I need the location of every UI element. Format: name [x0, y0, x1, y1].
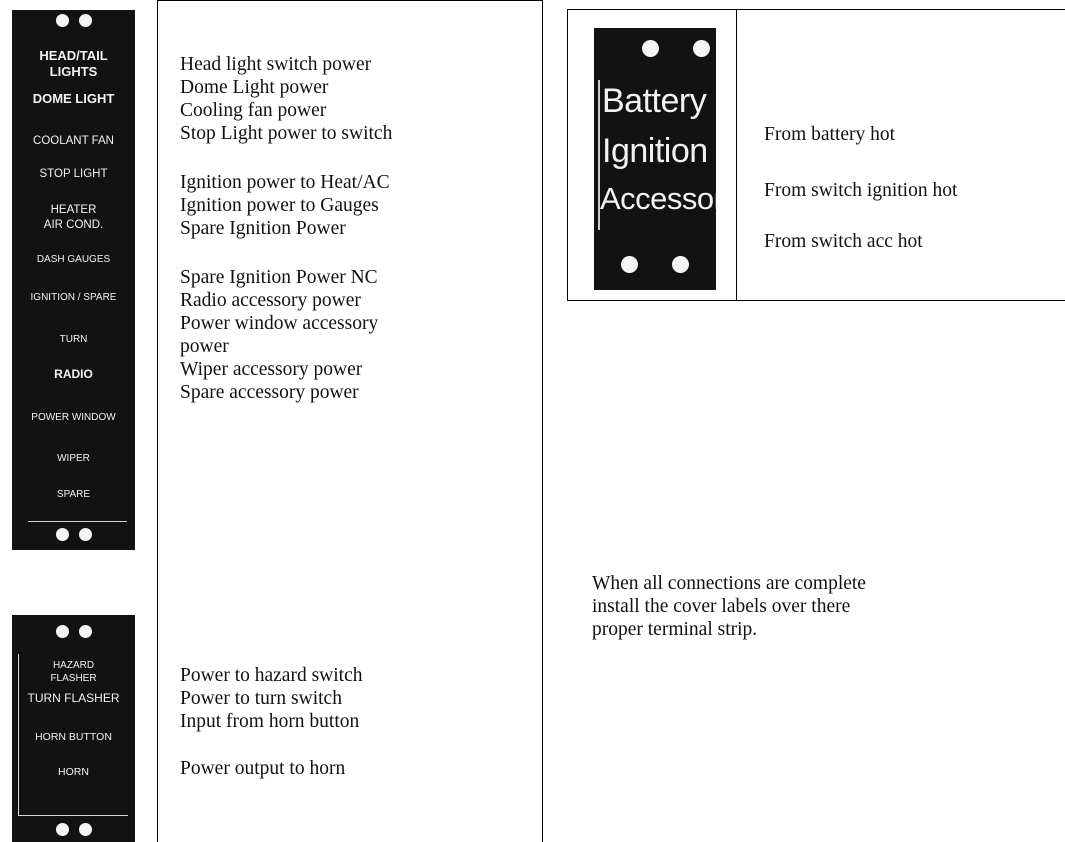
strip-label-accessory: Accessory: [600, 181, 716, 216]
mounting-hole-icon: [78, 14, 92, 27]
strip-label-heater: HEATER: [50, 204, 97, 216]
description-line: Spare accessory power: [180, 382, 359, 403]
mounting-holes-top: [594, 40, 716, 60]
main-terminal-strip-label: HEAD/TAIL LIGHTS DOME LIGHT COOLANT FAN …: [12, 10, 135, 550]
strip-label-power-window: POWER WINDOW: [31, 412, 116, 423]
mounting-hole-icon: [672, 256, 689, 273]
strip-label-wiper: WIPER: [57, 453, 90, 464]
battery-terminal-strip-label: Battery Ignition Accessory: [594, 28, 716, 290]
mounting-hole-icon: [55, 14, 69, 27]
battery-table: Battery Ignition Accessory From battery …: [567, 9, 1065, 301]
strip-label-horn-button: HORN BUTTON: [35, 731, 112, 743]
description-line: Head light switch power: [180, 54, 372, 75]
description-line: Dome Light power: [180, 77, 329, 98]
description-line: Stop Light power to switch: [180, 123, 393, 144]
mounting-hole-icon: [78, 625, 92, 638]
strip-label-turn: TURN: [59, 334, 88, 345]
description-line: Power to hazard switch: [180, 665, 363, 686]
description-line: Spare Ignition Power NC: [180, 267, 378, 288]
mounting-holes-bottom: [594, 256, 716, 276]
description-line: Wiper accessory power: [180, 359, 363, 380]
mounting-hole-icon: [693, 40, 710, 57]
mounting-hole-icon: [78, 528, 92, 541]
mounting-hole-icon: [55, 528, 69, 541]
strip-label-dome-light: DOME LIGHT: [32, 91, 115, 106]
strip-label-ignition-spare: IGNITION / SPARE: [30, 292, 117, 303]
battery-description-line: From switch acc hot: [764, 231, 923, 252]
description-panel: Head light switch power Dome Light power…: [157, 0, 543, 842]
description-line: Power to turn switch: [180, 688, 342, 709]
mounting-hole-icon: [642, 40, 659, 57]
battery-description-line: From battery hot: [764, 124, 896, 145]
description-line: Cooling fan power: [180, 100, 327, 121]
strip-label-radio: RADIO: [54, 367, 93, 381]
strip-divider: [18, 815, 128, 816]
strip-label-flasher: FLASHER: [50, 673, 97, 684]
installation-note: When all connections are complete instal…: [592, 573, 866, 640]
strip-label-ignition: Ignition: [602, 132, 708, 170]
description-line: Input from horn button: [180, 711, 360, 732]
mounting-hole-icon: [621, 256, 638, 273]
description-line: Power output to horn: [180, 758, 346, 779]
mounting-holes-top: [12, 625, 135, 641]
description-line: Spare Ignition Power: [180, 218, 346, 239]
mounting-hole-icon: [55, 823, 69, 836]
mounting-holes-bottom: [12, 528, 135, 544]
horn-terminal-strip-label: HAZARD FLASHER TURN FLASHER HORN BUTTON …: [12, 615, 135, 842]
description-line: Power window accessory: [180, 313, 379, 334]
strip-label-spare: SPARE: [56, 489, 91, 500]
table-divider: [736, 10, 737, 300]
description-line: Radio accessory power: [180, 290, 361, 311]
strip-label-lights: LIGHTS: [49, 64, 98, 79]
strip-label-head-tail: HEAD/TAIL: [39, 48, 108, 63]
strip-label-dash-gauges: DASH GAUGES: [36, 254, 111, 265]
strip-label-air-cond: AIR COND.: [43, 219, 104, 231]
strip-label-horn: HORN: [58, 766, 89, 778]
mounting-holes-top: [12, 14, 135, 30]
strip-divider: [28, 521, 127, 522]
description-line: power: [180, 336, 229, 357]
mounting-hole-icon: [78, 823, 92, 836]
strip-label-turn-flasher: TURN FLASHER: [27, 691, 120, 705]
strip-label-stop-light: STOP LIGHT: [39, 168, 108, 180]
battery-description-line: From switch ignition hot: [764, 180, 958, 201]
description-line: Ignition power to Gauges: [180, 195, 379, 216]
strip-label-battery: Battery: [602, 82, 707, 120]
description-line: Ignition power to Heat/AC: [180, 172, 390, 193]
strip-label-coolant-fan: COOLANT FAN: [33, 135, 114, 147]
mounting-holes-bottom: [12, 823, 135, 839]
mounting-hole-icon: [55, 625, 69, 638]
